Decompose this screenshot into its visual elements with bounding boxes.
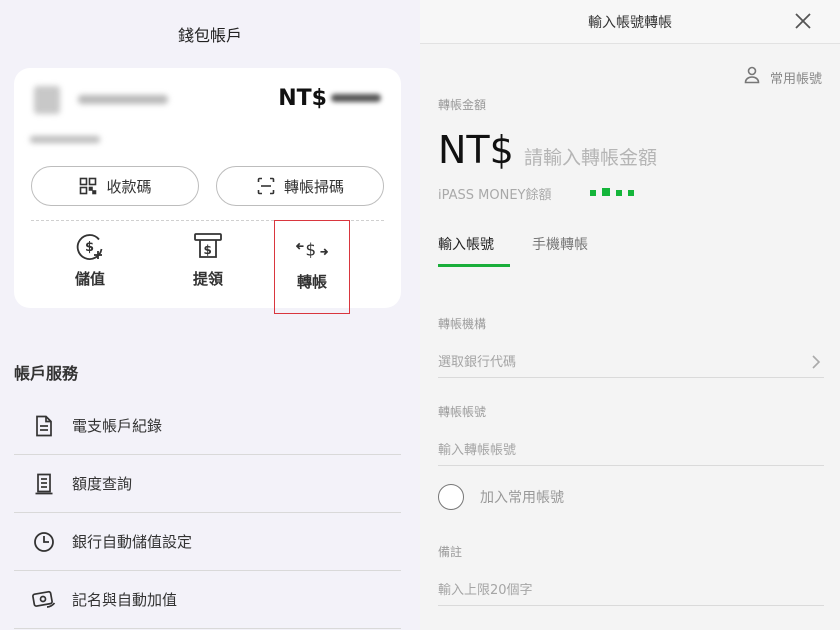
panel-title: 輸入帳號轉帳: [588, 15, 672, 31]
account-number-input[interactable]: [438, 443, 798, 458]
person-icon: [744, 66, 760, 88]
amount-input[interactable]: [524, 144, 814, 172]
chevron-right-icon: [810, 354, 822, 370]
account-services-heading: 帳戶服務: [14, 364, 79, 383]
tab-mobile-transfer[interactable]: 手機轉帳: [532, 234, 588, 254]
panel-header: 輸入帳號轉帳: [420, 0, 840, 44]
menu-item-auto-topup-settings[interactable]: 銀行自動儲值設定: [14, 513, 401, 571]
bank-code-field[interactable]: [438, 355, 798, 370]
blurred-ipass-balance: [590, 188, 634, 196]
scan-transfer-label: 轉帳掃碼: [283, 177, 344, 196]
add-favorite-label: 加入常用帳號: [480, 490, 564, 506]
page-title: 錢包帳戶: [177, 26, 242, 45]
bank-code-select[interactable]: [438, 348, 824, 378]
menu-item-limit-inquiry[interactable]: 額度查詢: [14, 455, 401, 513]
favorite-accounts-button[interactable]: 常用帳號: [744, 66, 822, 88]
svg-text:$: $: [85, 240, 94, 255]
blurred-account-number: [30, 136, 100, 143]
menu-item-registration-auto-reload[interactable]: 記名與自動加值: [14, 571, 401, 629]
menu-item-label: 額度查詢: [72, 475, 133, 493]
menu-item-label: 電支帳戶紀錄: [72, 417, 163, 435]
receive-code-label: 收款碼: [106, 177, 152, 196]
withdraw-button[interactable]: $ 提領: [170, 230, 246, 300]
svg-text:$: $: [204, 243, 212, 257]
tab-enter-account[interactable]: 輸入帳號: [438, 234, 494, 254]
transfer-arrows-icon: $: [296, 233, 328, 265]
note-field-wrapper: [438, 576, 824, 606]
receipt-icon: [30, 472, 58, 496]
top-up-label: 儲值: [74, 270, 105, 288]
qr-code-icon: [78, 176, 98, 196]
document-icon: [30, 414, 58, 438]
balance-currency: NT$: [278, 86, 327, 111]
institution-label: 轉帳機構: [438, 317, 487, 331]
clock-icon: [30, 530, 58, 554]
menu-item-transaction-records[interactable]: 電支帳戶紀錄: [14, 397, 401, 455]
withdraw-label: 提領: [192, 270, 223, 288]
account-number-label: 轉帳帳號: [438, 405, 487, 419]
wallet-account-panel: 錢包帳戶 NT$ 收款碼 轉帳掃碼 $ 儲值 $ 提領 $ 轉帳 帳戶服務 電支…: [0, 0, 420, 630]
transfer-button[interactable]: $ 轉帳: [274, 220, 350, 314]
dollar-plus-icon: $: [74, 230, 106, 262]
amount-currency: NT$: [438, 128, 514, 172]
svg-text:$: $: [305, 240, 316, 260]
add-favorite-option[interactable]: 加入常用帳號: [438, 484, 564, 510]
blurred-account-name: [78, 95, 168, 104]
amount-label: 轉帳金額: [438, 98, 487, 112]
ipass-balance-label: iPASS MONEY餘額: [438, 188, 552, 203]
transfer-label: 轉帳: [296, 273, 327, 291]
blurred-balance-amount: [331, 94, 381, 102]
menu-item-label: 銀行自動儲值設定: [72, 533, 193, 551]
blurred-avatar: [34, 86, 60, 114]
card-hand-icon: [30, 588, 58, 612]
transfer-by-account-panel: 輸入帳號轉帳 常用帳號 轉帳金額 NT$ iPASS MONEY餘額 輸入帳號 …: [420, 0, 840, 630]
receive-code-button[interactable]: 收款碼: [31, 166, 199, 206]
menu-item-label: 記名與自動加值: [72, 591, 178, 609]
cash-withdraw-icon: $: [192, 230, 224, 262]
favorite-accounts-label: 常用帳號: [769, 71, 822, 87]
active-tab-indicator: [438, 264, 510, 267]
scan-frame-icon: [256, 176, 276, 196]
account-number-field-wrapper: [438, 436, 824, 466]
add-favorite-radio[interactable]: [438, 484, 464, 510]
close-icon[interactable]: [792, 10, 814, 32]
note-input[interactable]: [438, 583, 798, 598]
note-label: 備註: [438, 545, 463, 559]
scan-transfer-button[interactable]: 轉帳掃碼: [216, 166, 384, 206]
top-up-button[interactable]: $ 儲值: [52, 230, 128, 300]
